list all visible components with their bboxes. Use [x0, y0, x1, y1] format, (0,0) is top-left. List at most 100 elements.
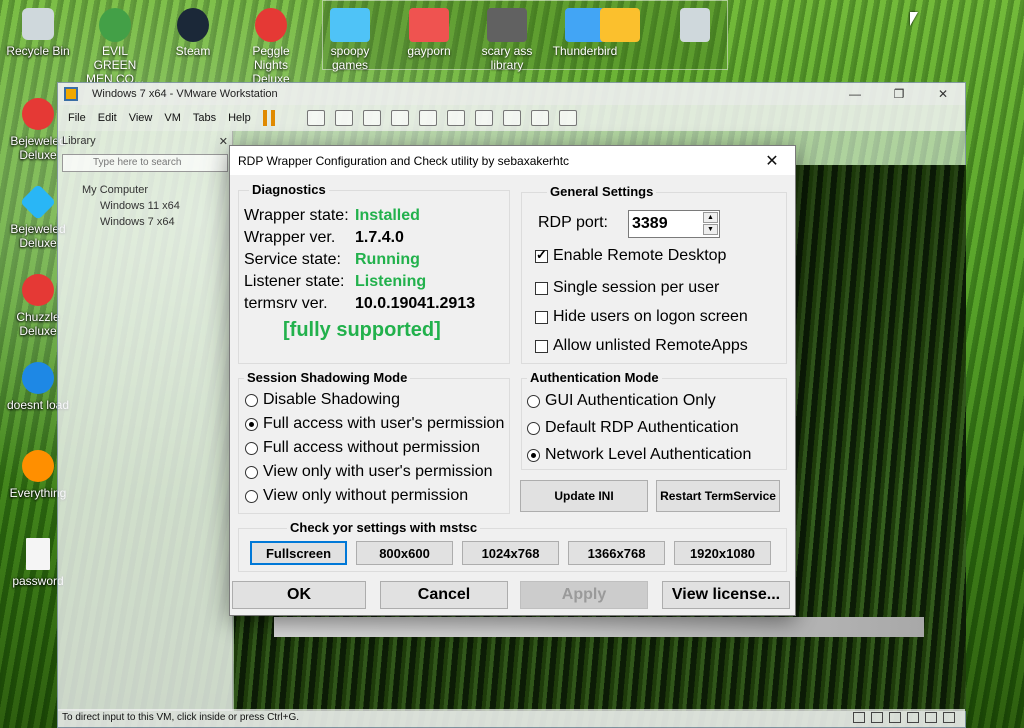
restart-termservice-button[interactable]: Restart TermService: [656, 480, 780, 512]
authentication-mode-title: Authentication Mode: [527, 370, 662, 385]
desktop-icon-label: Chuzzle Deluxe: [16, 310, 60, 338]
desktop-icon-peggle[interactable]: Peggle Nights Deluxe: [236, 8, 306, 86]
checkbox-icon[interactable]: [535, 310, 548, 324]
bejeweled-icon: [22, 98, 54, 130]
library-search-input[interactable]: Type here to search: [62, 154, 228, 172]
menu-tabs[interactable]: Tabs: [193, 112, 216, 124]
radio-icon[interactable]: [527, 421, 540, 435]
desktop-icon-recycle-bin[interactable]: Recycle Bin: [0, 8, 76, 58]
mstsc-1366x768-button[interactable]: 1366x768: [568, 541, 665, 565]
fullscreen-icon[interactable]: [474, 110, 493, 126]
wrapper-version-value: 1.7.4.0: [355, 229, 404, 246]
mstsc-fullscreen-button[interactable]: Fullscreen: [250, 541, 347, 565]
checkbox-icon[interactable]: [535, 339, 548, 353]
desktop-icon-label: gayporn: [407, 44, 451, 58]
desktop-icon-spoopy-games[interactable]: spoopy games: [315, 8, 385, 72]
console-view-icon[interactable]: [530, 110, 549, 126]
auth-option-default-rdp[interactable]: Default RDP Authentication: [527, 419, 739, 437]
desktop-icon-scary-library[interactable]: scary ass library: [472, 8, 542, 72]
desktop-icon-label: password: [12, 574, 64, 588]
library-close-icon[interactable]: ✕: [219, 135, 228, 148]
mstsc-1024x768-button[interactable]: 1024x768: [462, 541, 559, 565]
mstsc-800x600-button[interactable]: 800x600: [356, 541, 453, 565]
desktop-icon-evil-green-men[interactable]: EVIL GREEN MEN CO...: [80, 8, 150, 86]
library-panel: Library ✕ Type here to search My Compute…: [58, 131, 233, 711]
tree-vm-windows-11[interactable]: Windows 11 x64: [82, 198, 232, 214]
desktop-icon-label: scary ass library: [481, 44, 533, 72]
auth-option-gui-only[interactable]: GUI Authentication Only: [527, 392, 716, 410]
checkbox-icon[interactable]: [535, 247, 548, 263]
minimize-button[interactable]: —: [833, 87, 877, 101]
auth-option-nla[interactable]: Network Level Authentication: [527, 446, 751, 464]
pause-icon[interactable]: [262, 110, 275, 126]
folder-icon: [487, 8, 527, 42]
update-ini-button[interactable]: Update INI: [520, 480, 648, 512]
dialog-titlebar: RDP Wrapper Configuration and Check util…: [230, 146, 795, 175]
menu-vm[interactable]: VM: [164, 112, 181, 124]
vmware-menubar: File Edit View VM Tabs Help: [58, 105, 965, 131]
desktop-icon-recycle-bin-2[interactable]: [660, 8, 730, 44]
vm-taskbar-strip: [274, 617, 924, 637]
menu-edit[interactable]: Edit: [98, 112, 117, 124]
folder-icon: [409, 8, 449, 42]
tree-vm-windows-7[interactable]: Windows 7 x64: [82, 214, 232, 230]
spin-down-icon[interactable]: ▼: [703, 224, 718, 235]
radio-icon[interactable]: [245, 489, 258, 503]
thumbnail-view-icon[interactable]: [446, 110, 465, 126]
checkbox-icon[interactable]: [535, 281, 548, 295]
ok-button[interactable]: OK: [232, 581, 366, 609]
bejeweled-icon: [19, 183, 57, 221]
vmware-title: Windows 7 x64 - VMware Workstation: [92, 88, 278, 100]
desktop-icon-steam[interactable]: Steam: [158, 8, 228, 58]
shadow-option-view-without-permission[interactable]: View only without permission: [245, 487, 468, 505]
allow-unlisted-remoteapps-checkbox[interactable]: Allow unlisted RemoteApps: [535, 337, 748, 355]
rdp-wrapper-dialog: RDP Wrapper Configuration and Check util…: [229, 145, 796, 616]
general-settings-title: General Settings: [547, 184, 657, 199]
radio-icon[interactable]: [245, 417, 258, 431]
radio-icon[interactable]: [527, 448, 540, 462]
tree-my-computer[interactable]: My Computer: [82, 182, 232, 198]
shadow-option-full-without-permission[interactable]: Full access without permission: [245, 439, 480, 457]
view-license-button[interactable]: View license...: [662, 581, 790, 609]
revert-snapshot-icon[interactable]: [362, 110, 381, 126]
snapshot-manager-icon[interactable]: [390, 110, 409, 126]
library-view-icon[interactable]: [418, 110, 437, 126]
send-ctrl-alt-del-icon[interactable]: [306, 110, 325, 126]
single-session-checkbox[interactable]: Single session per user: [535, 279, 719, 297]
diag-label: Listener state:: [244, 273, 345, 290]
close-button[interactable]: ✕: [921, 87, 965, 101]
apply-button[interactable]: Apply: [520, 581, 648, 609]
unity-icon[interactable]: [502, 110, 521, 126]
hdd-icon: [853, 712, 865, 723]
shadow-option-view-with-permission[interactable]: View only with user's permission: [245, 463, 493, 481]
desktop-icon-folder-2[interactable]: gayporn: [394, 8, 464, 58]
snapshot-icon[interactable]: [334, 110, 353, 126]
restore-button[interactable]: ❐: [877, 87, 921, 101]
radio-icon[interactable]: [245, 393, 258, 407]
radio-icon[interactable]: [245, 441, 258, 455]
spin-up-icon[interactable]: ▲: [703, 212, 718, 223]
option-label: Hide users on logon screen: [553, 308, 748, 325]
chuzzle-icon: [22, 274, 54, 306]
shadow-option-disable[interactable]: Disable Shadowing: [245, 391, 400, 409]
menu-help[interactable]: Help: [228, 112, 251, 124]
option-label: Full access without permission: [263, 439, 480, 456]
diag-label: Service state:: [244, 251, 341, 268]
menu-file[interactable]: File: [68, 112, 86, 124]
close-icon[interactable]: ✕: [749, 151, 795, 171]
radio-icon[interactable]: [245, 465, 258, 479]
rdp-port-spinner[interactable]: ▲ ▼: [703, 212, 718, 236]
shadow-option-full-with-permission[interactable]: Full access with user's permission: [245, 415, 504, 433]
option-label: Allow unlisted RemoteApps: [553, 337, 748, 354]
hide-users-checkbox[interactable]: Hide users on logon screen: [535, 308, 748, 326]
enable-remote-desktop-checkbox[interactable]: Enable Remote Desktop: [535, 247, 726, 265]
mstsc-1920x1080-button[interactable]: 1920x1080: [674, 541, 771, 565]
menu-view[interactable]: View: [129, 112, 153, 124]
game-icon: [99, 8, 131, 42]
radio-icon[interactable]: [527, 394, 540, 408]
desktop-icon-label: spoopy games: [330, 44, 370, 72]
listener-state-value: Listening: [355, 273, 427, 290]
stretch-guest-icon[interactable]: [558, 110, 577, 126]
cancel-button[interactable]: Cancel: [380, 581, 508, 609]
desktop-icon-folder[interactable]: [585, 8, 655, 44]
